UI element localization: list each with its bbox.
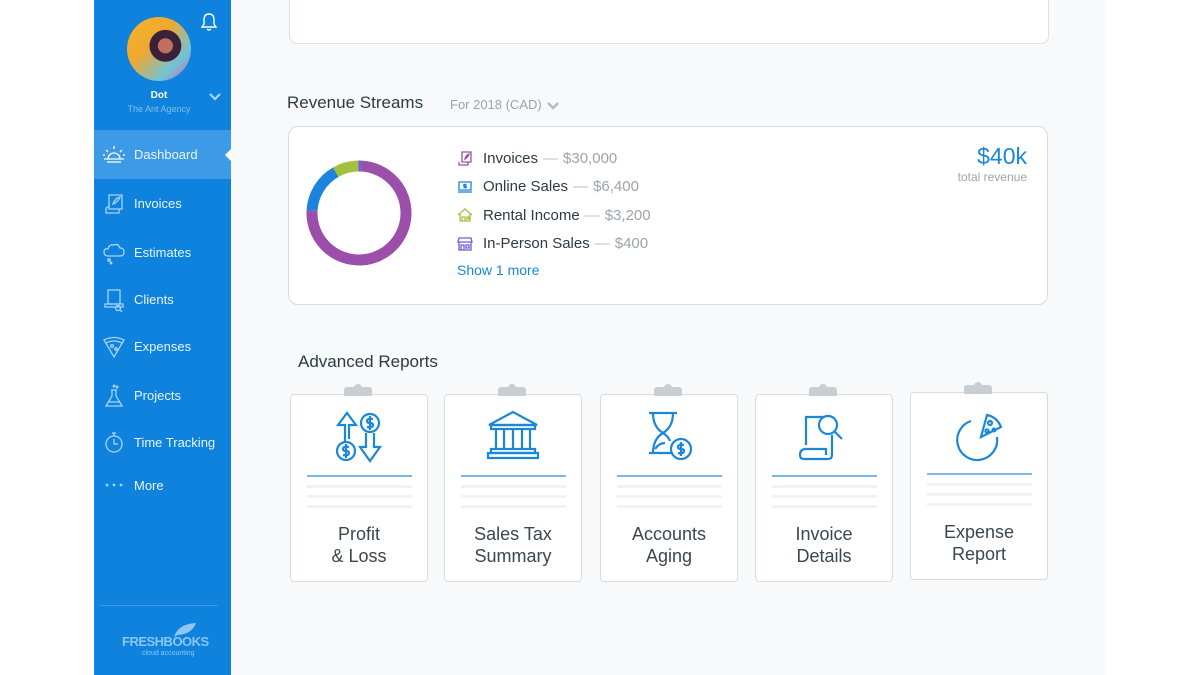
user-name: Dot bbox=[150, 90, 168, 101]
legend-name: In-Person Sales bbox=[483, 235, 590, 253]
sidebar-item-label: More bbox=[134, 477, 164, 493]
clipboard-clip bbox=[344, 384, 372, 396]
report-sales-tax-summary[interactable]: Sales Tax Summary bbox=[444, 384, 582, 582]
legend-item-rental-income: Rental Income — $3,200 bbox=[457, 201, 651, 230]
pizza-chart-icon bbox=[956, 413, 1003, 462]
storefront-icon bbox=[457, 237, 473, 251]
sidebar: Dot The Ant Agency Dashboard Invoices Es… bbox=[94, 0, 231, 675]
hourglass-dollar-icon bbox=[649, 411, 693, 461]
report-accounts-aging[interactable]: Accounts Aging bbox=[600, 384, 738, 582]
sidebar-item-label: Invoices bbox=[134, 196, 182, 211]
sidebar-divider bbox=[100, 605, 218, 606]
report-label: Expense Report bbox=[943, 522, 1015, 564]
legend-name: Invoices bbox=[483, 149, 539, 167]
sidebar-item-clients[interactable]: Clients bbox=[94, 277, 231, 322]
revenue-legend: Invoices — $30,000 Online Sales — $6,400… bbox=[457, 144, 651, 280]
legend-amount: $6,400 bbox=[593, 178, 639, 196]
legend-item-online-sales: Online Sales — $6,400 bbox=[457, 173, 651, 202]
report-label: Invoice Details bbox=[795, 524, 853, 566]
report-label: Accounts Aging bbox=[631, 524, 707, 566]
ellipsis-icon bbox=[102, 473, 126, 497]
sidebar-item-estimates[interactable]: Estimates bbox=[94, 228, 231, 277]
sidebar-item-more[interactable]: More bbox=[94, 464, 231, 506]
chevron-down-icon bbox=[546, 101, 559, 110]
legend-separator: — bbox=[584, 206, 600, 224]
report-profit-loss[interactable]: Profit & Loss bbox=[290, 384, 428, 582]
legend-amount: $3,200 bbox=[604, 206, 651, 224]
monitor-user-icon bbox=[102, 288, 126, 312]
avatar[interactable] bbox=[127, 17, 191, 81]
clipboard-clip bbox=[654, 384, 682, 396]
sidebar-item-label: Time Tracking bbox=[134, 434, 216, 450]
revenue-streams-card: Invoices — $30,000 Online Sales — $6,400… bbox=[288, 126, 1048, 305]
sidebar-item-label: Expenses bbox=[134, 339, 192, 354]
logo-tagline: cloud accounting bbox=[142, 650, 195, 657]
bank-icon bbox=[486, 410, 540, 460]
money-arrows-icon bbox=[335, 411, 383, 463]
report-label: Sales Tax Summary bbox=[474, 524, 552, 566]
invoice-scroll-icon bbox=[102, 192, 126, 216]
pizza-slice-icon bbox=[102, 335, 126, 359]
sidebar-item-label: Clients bbox=[134, 292, 174, 307]
laptop-dollar-icon bbox=[458, 181, 472, 193]
app-window: Dot The Ant Agency Dashboard Invoices Es… bbox=[0, 0, 1200, 675]
legend-amount: $400 bbox=[614, 235, 649, 253]
legend-item-invoices: Invoices — $30,000 bbox=[457, 144, 651, 173]
freshbooks-logo[interactable]: FRESHBOOKS cloud accounting bbox=[122, 622, 209, 662]
sidebar-item-label: Estimates bbox=[134, 245, 192, 260]
show-more-link[interactable]: Show 1 more bbox=[457, 262, 539, 278]
user-organization: The Ant Agency bbox=[127, 104, 191, 114]
report-label: Profit & Loss bbox=[331, 524, 387, 566]
clipboard-clip bbox=[498, 384, 526, 396]
sidebar-item-expenses[interactable]: Expenses bbox=[94, 322, 231, 371]
legend-separator: — bbox=[543, 149, 559, 167]
top-card bbox=[289, 0, 1049, 44]
advanced-reports-title: Advanced Reports bbox=[298, 352, 438, 371]
revenue-donut-chart bbox=[306, 160, 412, 266]
sidebar-item-projects[interactable]: Projects bbox=[94, 371, 231, 420]
donut-slice-online-sales bbox=[306, 167, 339, 212]
document-search-icon bbox=[798, 414, 843, 461]
bell-icon[interactable] bbox=[200, 12, 218, 32]
donut-slice-rental-income bbox=[333, 160, 359, 178]
cloud-thought-icon bbox=[102, 241, 126, 265]
sidebar-item-invoices[interactable]: Invoices bbox=[94, 179, 231, 228]
flask-icon bbox=[102, 384, 126, 408]
sidebar-item-label: Projects bbox=[134, 388, 181, 403]
legend-amount: $30,000 bbox=[563, 149, 618, 167]
revenue-streams-title: Revenue Streams bbox=[287, 93, 424, 112]
period-dropdown[interactable]: For 2018 (CAD) bbox=[450, 97, 560, 112]
stopwatch-icon bbox=[102, 430, 126, 454]
total-revenue: $40k total revenue bbox=[958, 143, 1027, 184]
total-revenue-label: total revenue bbox=[957, 170, 1027, 184]
legend-separator: — bbox=[594, 235, 610, 253]
sidebar-item-label: Dashboard bbox=[134, 147, 198, 162]
house-icon bbox=[457, 208, 473, 222]
logo-wordmark: FRESHBOOKS bbox=[122, 634, 209, 649]
chevron-down-icon[interactable] bbox=[208, 91, 222, 101]
clipboard-clip bbox=[964, 382, 992, 394]
sidebar-item-time-tracking[interactable]: Time Tracking bbox=[94, 420, 231, 464]
sunrise-icon bbox=[102, 143, 126, 167]
report-invoice-details[interactable]: Invoice Details bbox=[755, 384, 893, 582]
sidebar-nav: Dashboard Invoices Estimates Clients Exp… bbox=[94, 130, 231, 506]
legend-name: Rental Income bbox=[483, 206, 580, 224]
report-expense-report[interactable]: Expense Report bbox=[910, 382, 1048, 580]
invoice-scroll-icon bbox=[458, 151, 472, 166]
total-revenue-value: $40k bbox=[977, 143, 1027, 169]
legend-name: Online Sales bbox=[483, 178, 569, 196]
legend-item-in-person-sales: In-Person Sales — $400 bbox=[457, 230, 651, 259]
period-label: For 2018 (CAD) bbox=[450, 97, 542, 112]
clipboard-clip bbox=[809, 384, 837, 396]
sidebar-item-dashboard[interactable]: Dashboard bbox=[94, 130, 231, 179]
legend-separator: — bbox=[573, 178, 589, 196]
